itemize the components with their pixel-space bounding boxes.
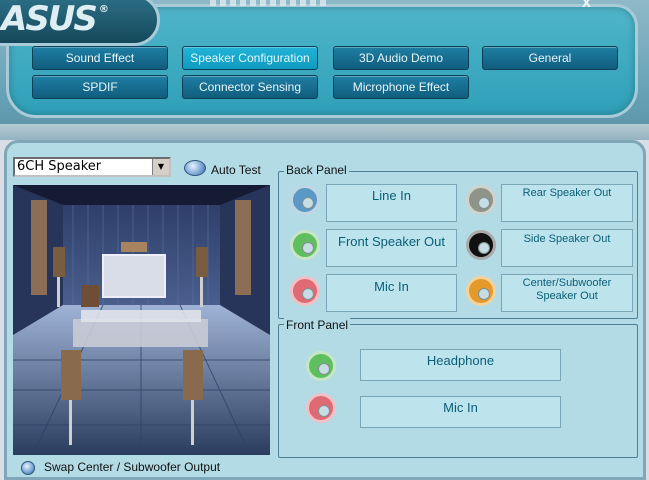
line-in-label: Line In (326, 184, 457, 222)
speaker-room-image (13, 185, 270, 455)
center-subwoofer-out-label: Center/Subwoofer Speaker Out (501, 274, 633, 312)
mic-in-label: Mic In (326, 274, 457, 312)
front-mic-in-label: Mic In (360, 396, 561, 428)
chevron-down-icon[interactable]: ▼ (152, 159, 169, 175)
front-mic-in-jack-icon[interactable] (306, 393, 336, 423)
speaker-mode-select[interactable]: 6CH Speaker ▼ (13, 157, 171, 177)
close-icon[interactable]: x (582, 0, 591, 12)
headphone-label: Headphone (360, 349, 561, 381)
tab-microphone-effect[interactable]: Microphone Effect (333, 75, 469, 99)
logo-plate: ASUS ® (0, 0, 160, 46)
room-illustration (13, 185, 270, 455)
front-panel-title: Front Panel (284, 318, 351, 332)
rear-speaker-out-label: Rear Speaker Out (501, 184, 633, 222)
auto-test-button[interactable] (184, 160, 206, 176)
swap-center-subwoofer-toggle[interactable] (21, 461, 35, 475)
logo-reg-mark: ® (98, 4, 109, 15)
tab-sound-effect[interactable]: Sound Effect (32, 46, 168, 70)
tab-connector-sensing[interactable]: Connector Sensing (182, 75, 318, 99)
mic-in-jack-icon[interactable] (290, 276, 320, 306)
rear-speaker-out-jack-icon[interactable] (466, 185, 496, 215)
side-speaker-out-label: Side Speaker Out (501, 229, 633, 267)
front-speaker-out-jack-icon[interactable] (290, 230, 320, 260)
side-speaker-out-jack-icon[interactable] (466, 230, 496, 260)
title-bar-grip (210, 0, 330, 6)
tab-speaker-configuration[interactable]: Speaker Configuration (182, 46, 318, 70)
tab-spdif[interactable]: SPDIF (32, 75, 168, 99)
tab-3d-audio-demo[interactable]: 3D Audio Demo (333, 46, 469, 70)
swap-center-subwoofer-label: Swap Center / Subwoofer Output (44, 460, 221, 474)
back-panel-title: Back Panel (284, 163, 349, 177)
tab-general[interactable]: General (482, 46, 618, 70)
speaker-mode-value: 6CH Speaker (17, 159, 102, 174)
center-subwoofer-out-jack-icon[interactable] (466, 276, 496, 306)
front-panel-group (278, 324, 638, 458)
front-speaker-out-label: Front Speaker Out (326, 229, 457, 267)
header-divider (0, 124, 649, 140)
line-in-jack-icon[interactable] (290, 185, 320, 215)
auto-test-label: Auto Test (211, 163, 261, 177)
logo-text: ASUS (1, 0, 98, 39)
asus-logo: ASUS ® (1, 0, 109, 39)
headphone-jack-icon[interactable] (306, 351, 336, 381)
